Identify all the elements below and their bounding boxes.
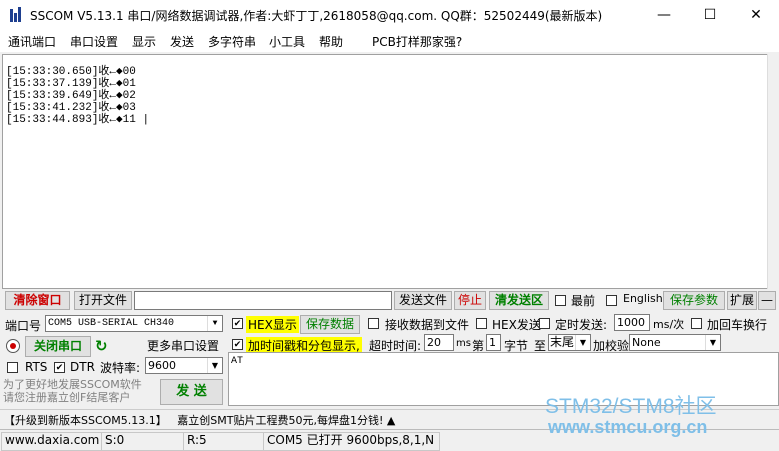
clear-window-button[interactable]: 清除窗口 — [5, 291, 70, 310]
open-file-button[interactable]: 打开文件 — [74, 291, 132, 310]
status-port-state: COM5 已打开 9600bps,8,1,N — [263, 432, 440, 451]
status-received-count: R:5 — [183, 432, 266, 451]
front-checkbox[interactable] — [555, 295, 566, 306]
close-button[interactable]: ✕ — [733, 0, 779, 31]
dtr-checkbox[interactable]: ✔ — [54, 362, 65, 373]
save-data-button[interactable]: 保存数据 — [300, 315, 360, 334]
collapse-button[interactable]: — — [758, 291, 776, 310]
menu-display[interactable]: 显示 — [132, 33, 156, 50]
send-button[interactable]: 发 送 — [160, 379, 223, 405]
window-title: SSCOM V5.13.1 串口/网络数据调试器,作者:大虾丁丁,2618058… — [30, 9, 603, 23]
checksum-select-value: None — [632, 336, 661, 349]
port-label: 端口号 — [5, 319, 42, 333]
title-bar: SSCOM V5.13.1 串口/网络数据调试器,作者:大虾丁丁,2618058… — [0, 0, 779, 31]
refresh-icon[interactable]: ↻ — [95, 338, 111, 354]
to-select-value: 末尾 — [550, 335, 575, 349]
interval-input[interactable]: 1000 — [614, 314, 650, 331]
rts-checkbox[interactable] — [7, 362, 18, 373]
recv-to-file-label: 接收数据到文件 — [385, 318, 470, 332]
port-select-value: COM5 USB-SERIAL CH340 — [48, 318, 175, 329]
minimize-button[interactable]: — — [641, 0, 687, 31]
menu-send[interactable]: 发送 — [170, 33, 194, 50]
receive-line: [15:33:44.893]收←◆11 | — [6, 114, 150, 126]
checksum-select[interactable]: None ▼ — [629, 334, 721, 351]
byte-index-input[interactable]: 1 — [486, 334, 501, 351]
front-label: 最前 — [571, 294, 596, 308]
chevron-down-icon: ▼ — [705, 335, 720, 350]
file-path-input[interactable] — [134, 291, 392, 310]
receive-scrollbar[interactable] — [767, 54, 779, 289]
menu-comm-port[interactable]: 通讯端口 — [8, 33, 56, 50]
clear-send-button[interactable]: 清发送区 — [489, 291, 549, 310]
status-sent-count: S:0 — [101, 432, 186, 451]
recv-to-file-checkbox[interactable] — [368, 318, 379, 329]
add-crlf-label: 加回车换行 — [707, 318, 768, 332]
receive-line: [15:33:41.232]收←◆03 — [6, 102, 136, 114]
baud-select-value: 9600 — [148, 359, 176, 372]
baud-select[interactable]: 9600 ▼ — [145, 357, 223, 374]
add-crlf-checkbox[interactable] — [691, 318, 702, 329]
save-params-button[interactable]: 保存参数 — [663, 291, 725, 310]
timeout-unit-label: ms — [456, 338, 471, 349]
menu-multi-string[interactable]: 多字符串 — [208, 33, 256, 50]
send-file-button[interactable]: 发送文件 — [394, 291, 452, 310]
ticker-text: 【升级到新版本SSCOM5.13.1】 嘉立创SMT贴片工程费50元,每焊盘1分… — [4, 414, 396, 427]
rts-label: RTS — [25, 360, 48, 374]
to-select[interactable]: 末尾 ▼ — [548, 334, 591, 351]
promo-text[interactable]: 为了更好地发展SSCOM软件 请您注册嘉立创F结尾客户 — [3, 378, 158, 404]
port-status-icon — [6, 339, 20, 353]
english-checkbox[interactable] — [606, 295, 617, 306]
timed-send-label: 定时发送: — [555, 318, 608, 332]
menu-tools[interactable]: 小工具 — [269, 33, 305, 50]
timestamp-checkbox[interactable]: ✔ — [232, 339, 243, 350]
interval-unit-label: ms/次 — [653, 318, 685, 331]
menu-pcb-ad[interactable]: PCB打样那家强? — [372, 33, 462, 50]
menu-bar: 通讯端口 串口设置 显示 发送 多字符串 小工具 帮助 PCB打样那家强? — [0, 31, 779, 52]
timed-send-checkbox[interactable] — [539, 318, 550, 329]
dtr-label: DTR — [70, 360, 95, 374]
menu-help[interactable]: 帮助 — [319, 33, 343, 50]
receive-line: [15:33:37.139]收←◆01 — [6, 78, 136, 90]
maximize-button[interactable]: ☐ — [687, 0, 733, 31]
chevron-down-icon: ▼ — [207, 316, 222, 331]
timeout-input[interactable]: 20 — [424, 334, 454, 351]
hex-display-checkbox[interactable]: ✔ — [232, 318, 243, 329]
watermark-title: STM32/STM8社区 — [545, 395, 717, 418]
hex-send-checkbox[interactable] — [476, 318, 487, 329]
hex-send-label: HEX发送 — [492, 318, 541, 332]
chevron-down-icon: ▼ — [207, 358, 222, 373]
status-site[interactable]: www.daxia.com — [1, 432, 104, 451]
menu-port-settings[interactable]: 串口设置 — [70, 33, 118, 50]
chevron-down-icon: ▼ — [575, 335, 590, 350]
close-port-button[interactable]: 关闭串口 — [25, 336, 91, 357]
send-text: AT — [231, 356, 244, 367]
english-label: English — [623, 292, 663, 305]
receive-line: [15:33:30.650]收←◆00 — [6, 66, 136, 78]
watermark-url: www.stmcu.org.cn — [548, 417, 708, 437]
port-select[interactable]: COM5 USB-SERIAL CH340 ▼ — [45, 315, 223, 332]
baud-label: 波特率: — [100, 361, 141, 375]
receive-line: [15:33:39.649]收←◆02 — [6, 90, 136, 102]
hex-display-label: HEX显示 — [246, 316, 299, 333]
expand-button[interactable]: 扩展 — [727, 291, 757, 310]
app-logo-icon — [9, 7, 23, 23]
stop-button[interactable]: 停止 — [454, 291, 486, 310]
more-settings-link[interactable]: 更多串口设置 — [147, 337, 219, 354]
receive-area[interactable]: [15:33:30.650]收←◆00 [15:33:37.139]收←◆01 … — [2, 54, 767, 289]
